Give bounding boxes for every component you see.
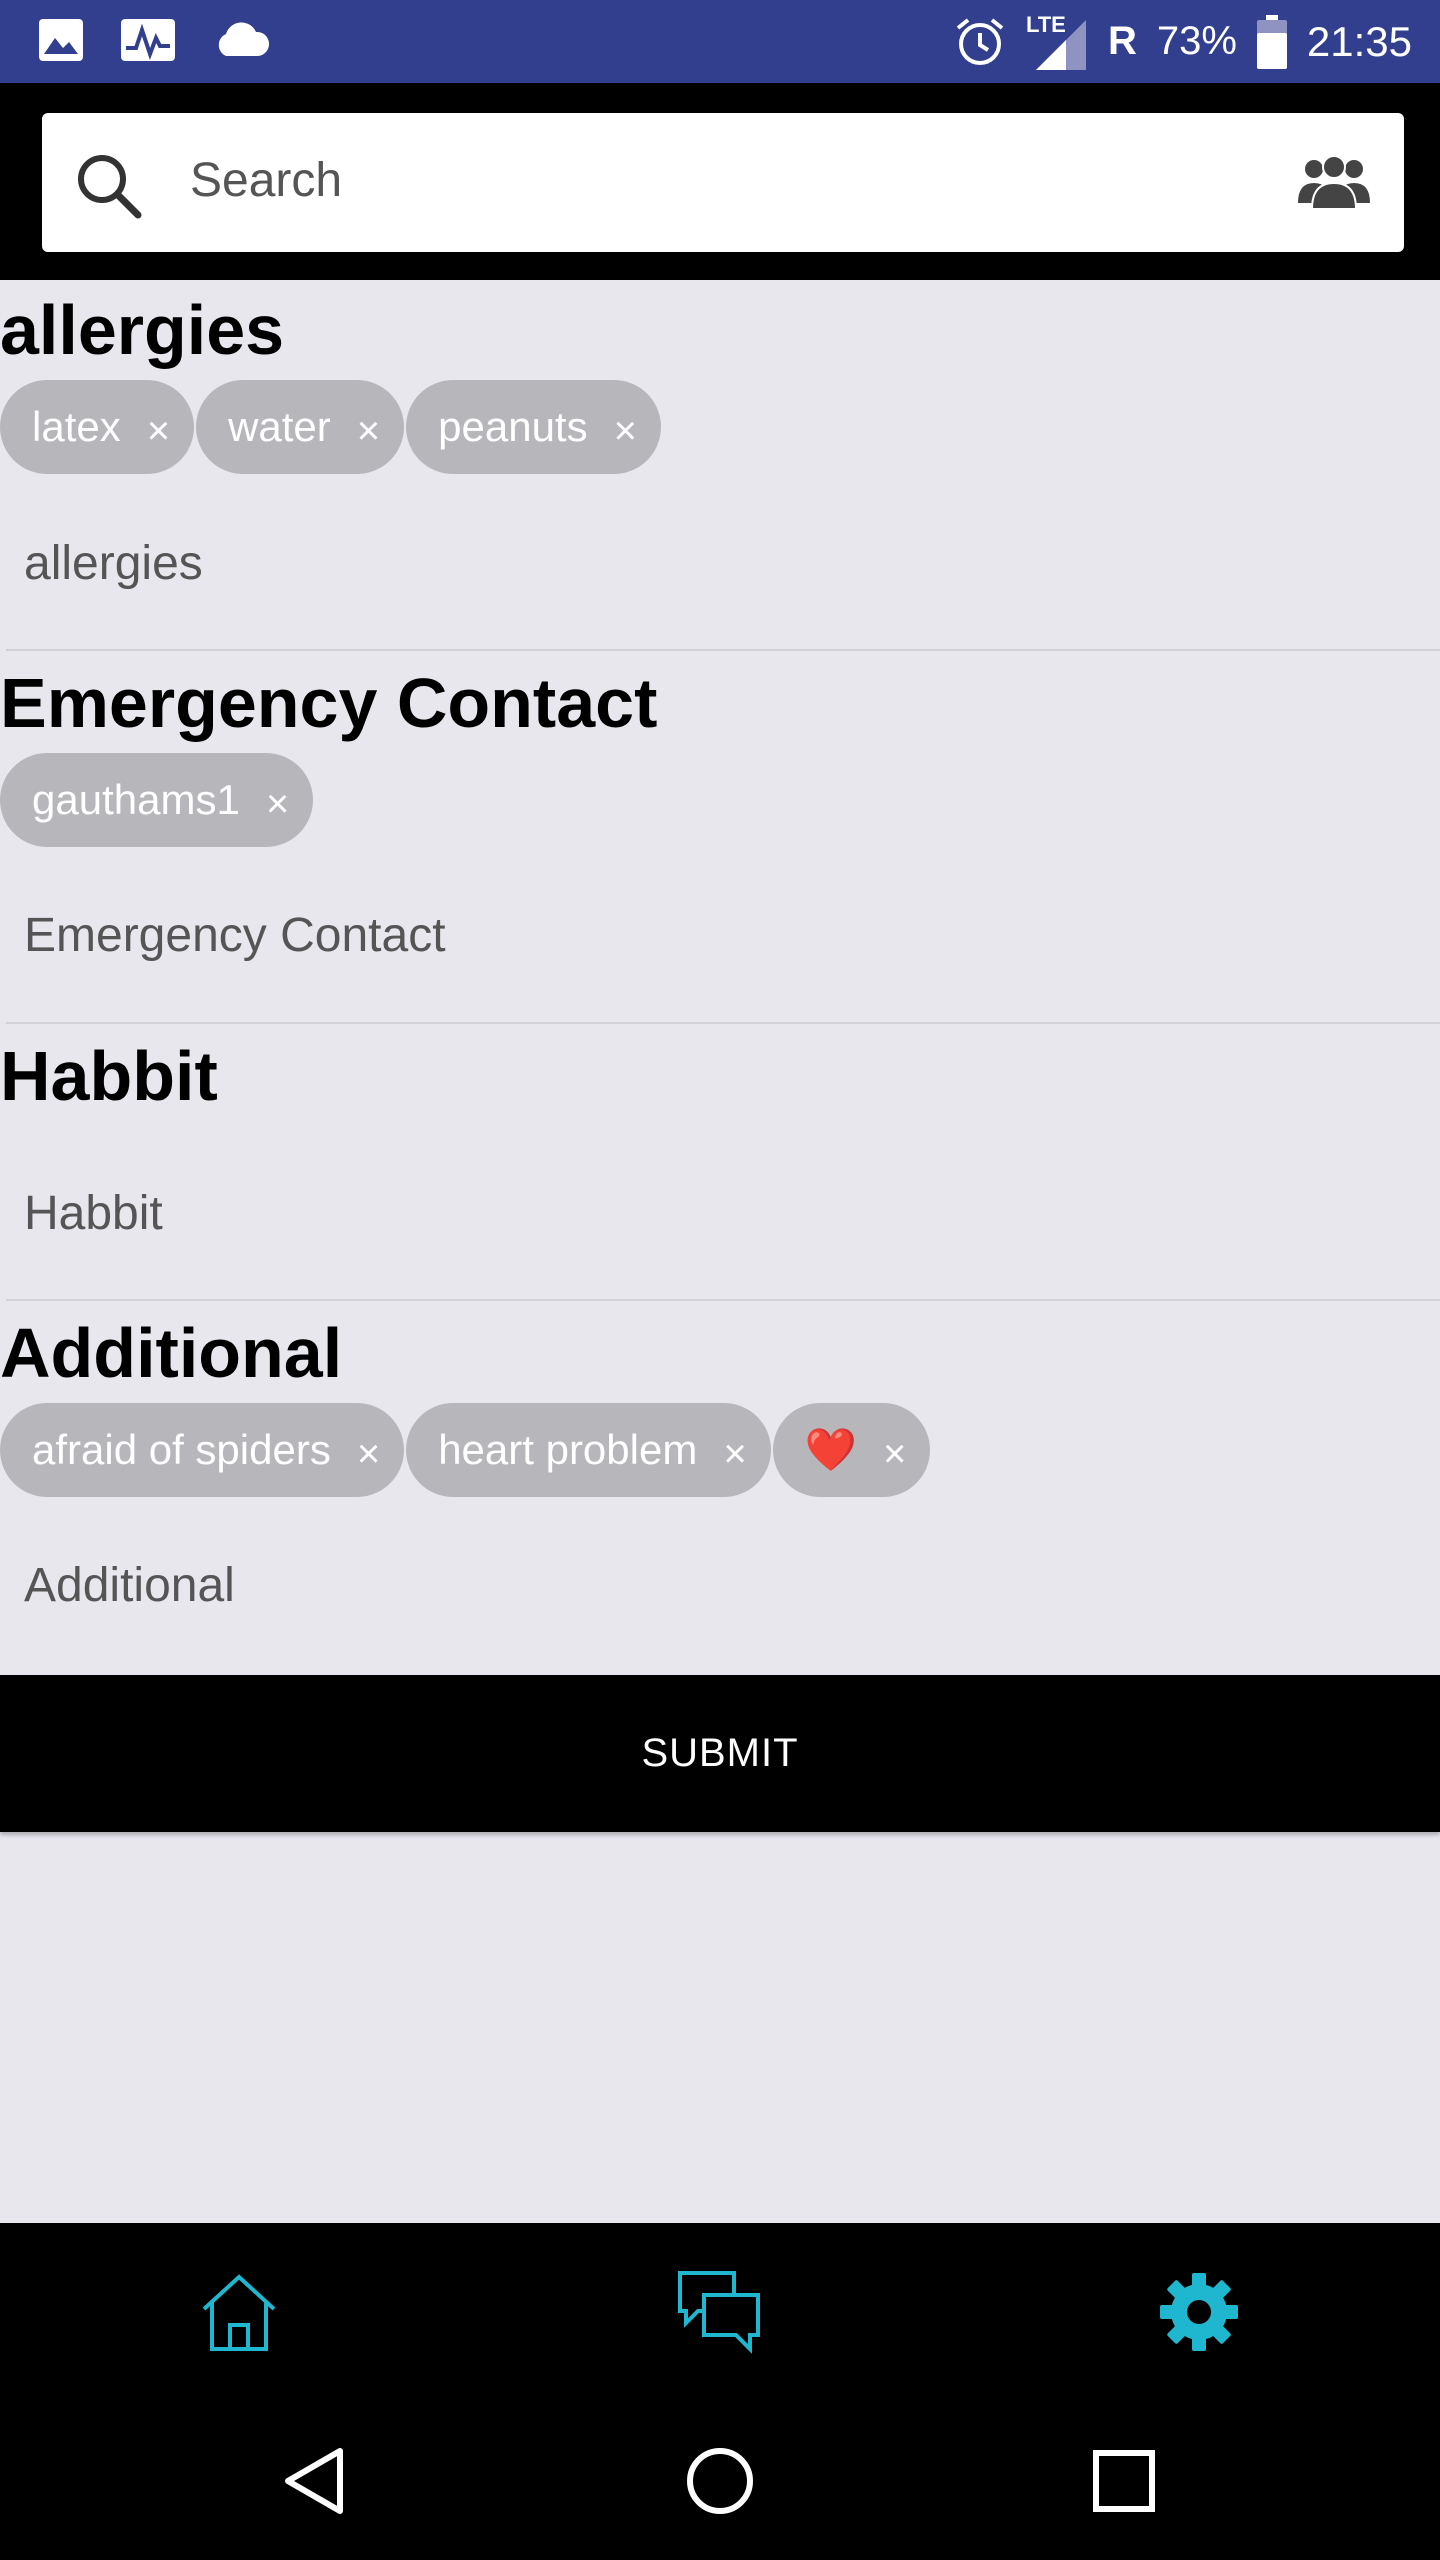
chip-label: ❤️ bbox=[804, 1425, 857, 1473]
signal-indicator: LTE bbox=[1026, 12, 1088, 72]
chip-label: afraid of spiders bbox=[32, 1426, 331, 1473]
chip-remove-icon[interactable]: × bbox=[883, 1434, 906, 1474]
home-icon[interactable] bbox=[194, 2267, 284, 2357]
chip-list-emergency-contact: gauthams1 × bbox=[0, 753, 314, 847]
gear-icon[interactable] bbox=[1154, 2267, 1244, 2357]
status-bar: LTE R 73% 21:35 bbox=[0, 0, 1440, 83]
bottom-navigation bbox=[0, 2223, 1440, 2405]
chip-remove-icon[interactable]: × bbox=[614, 411, 637, 451]
back-icon[interactable] bbox=[276, 2441, 356, 2521]
chip: latex × bbox=[0, 380, 195, 474]
emergency-contact-input[interactable]: Emergency Contact bbox=[24, 908, 446, 963]
chip: afraid of spiders × bbox=[0, 1403, 405, 1497]
chip-label: gauthams1 bbox=[32, 776, 240, 823]
divider bbox=[6, 1299, 1440, 1301]
alarm-icon bbox=[956, 17, 1004, 65]
battery-percent: 73% bbox=[1156, 19, 1237, 63]
submit-button[interactable]: SUBMIT bbox=[0, 1675, 1440, 1832]
section-title-emergency-contact: Emergency Contact bbox=[0, 664, 658, 742]
chip-remove-icon[interactable]: × bbox=[147, 411, 170, 451]
signal-icon bbox=[1035, 19, 1086, 70]
battery-icon bbox=[1256, 14, 1287, 69]
chip-label: water bbox=[228, 403, 331, 450]
chip: ❤️ × bbox=[772, 1403, 931, 1497]
group-icon[interactable] bbox=[1296, 153, 1372, 213]
section-title-additional: Additional bbox=[0, 1314, 343, 1392]
cloud-icon bbox=[218, 22, 270, 56]
chip: water × bbox=[196, 380, 405, 474]
section-title-habbit: Habbit bbox=[0, 1037, 218, 1115]
section-title-allergies: allergies bbox=[0, 291, 285, 369]
chip: heart problem × bbox=[406, 1403, 771, 1497]
clock: 21:35 bbox=[1306, 17, 1412, 65]
chip: gauthams1 × bbox=[0, 753, 314, 847]
divider bbox=[6, 649, 1440, 651]
chip-remove-icon[interactable]: × bbox=[357, 1434, 380, 1474]
additional-input[interactable]: Additional bbox=[24, 1558, 235, 1613]
notification-icons bbox=[38, 18, 270, 62]
chip-remove-icon[interactable]: × bbox=[723, 1434, 746, 1474]
roaming-indicator: R bbox=[1107, 19, 1137, 63]
habbit-input[interactable]: Habbit bbox=[24, 1186, 163, 1241]
search-bar-container: Search bbox=[0, 83, 1440, 280]
chip: peanuts × bbox=[406, 380, 661, 474]
chip-label: heart problem bbox=[438, 1426, 698, 1473]
chip-list-additional: afraid of spiders × heart problem × ❤️ × bbox=[0, 1403, 931, 1497]
search-input[interactable]: Search bbox=[42, 113, 1404, 252]
recents-icon[interactable] bbox=[1084, 2441, 1164, 2521]
chip-remove-icon[interactable]: × bbox=[357, 411, 380, 451]
chat-icon[interactable] bbox=[674, 2267, 764, 2357]
divider bbox=[6, 1022, 1440, 1024]
chip-remove-icon[interactable]: × bbox=[266, 784, 289, 824]
chip-label: latex bbox=[32, 403, 121, 450]
search-icon bbox=[78, 155, 142, 219]
allergies-input[interactable]: allergies bbox=[24, 536, 203, 591]
search-placeholder: Search bbox=[190, 154, 343, 207]
activity-icon bbox=[121, 19, 175, 61]
chip-label: peanuts bbox=[438, 403, 588, 450]
chip-list-allergies: latex × water × peanuts × bbox=[0, 380, 661, 474]
image-icon bbox=[39, 19, 83, 61]
system-navigation bbox=[0, 2405, 1440, 2560]
home-circle-icon[interactable] bbox=[680, 2441, 760, 2521]
